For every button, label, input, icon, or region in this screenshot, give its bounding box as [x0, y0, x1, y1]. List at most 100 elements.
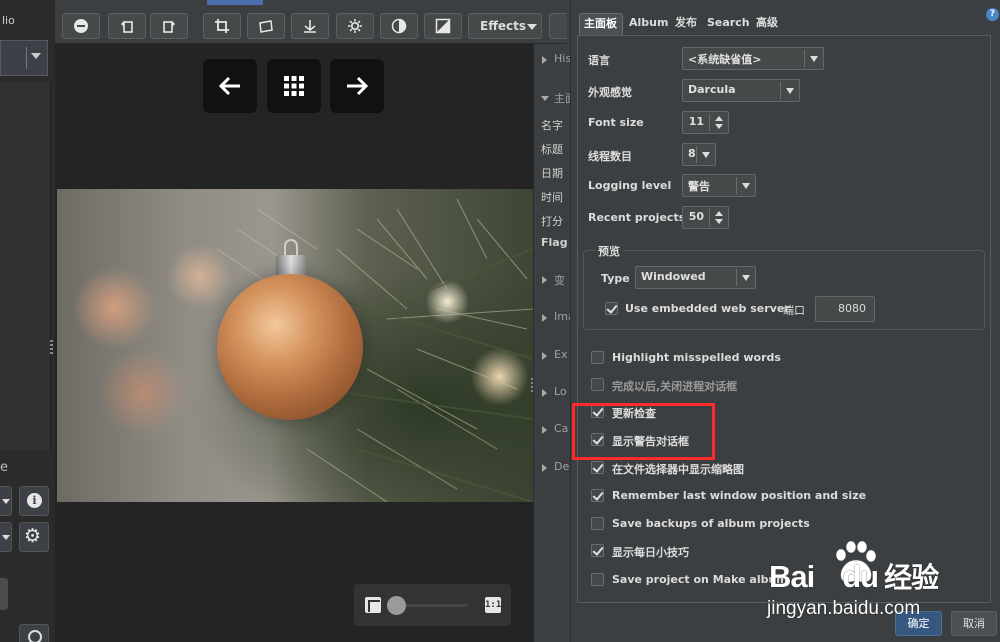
rotate-right-button[interactable] — [150, 13, 188, 39]
crop-icon — [215, 19, 229, 33]
remove-button[interactable] — [62, 13, 100, 39]
straighten-button[interactable] — [247, 13, 285, 39]
adjust-button[interactable] — [336, 13, 374, 39]
grid-view-button[interactable] — [267, 59, 321, 113]
info-section-history[interactable]: His — [534, 46, 570, 74]
expand-icon — [542, 464, 547, 472]
decrement-icon[interactable] — [715, 219, 723, 224]
fontsize-label: Font size — [588, 116, 644, 129]
preview-type-select[interactable]: Windowed — [635, 266, 756, 289]
language-select[interactable]: <系统缺省值> — [682, 47, 824, 70]
levels-button[interactable] — [291, 13, 329, 39]
cancel-button[interactable]: 取消 — [951, 611, 997, 636]
toolbar: Effects — [55, 0, 567, 44]
gear-icon: ⚙ — [24, 525, 42, 547]
chevron-down-icon — [527, 24, 537, 30]
app-window: lio e i ⚙ Effects 1:1 His 主 名字 标题 日期 时间 … — [0, 0, 1000, 642]
logging-label: Logging level — [588, 179, 672, 192]
effects-dropdown[interactable]: Effects — [468, 13, 542, 39]
logging-select[interactable]: 警告 — [682, 174, 756, 197]
expand-icon — [542, 389, 547, 397]
info-section-6[interactable]: De — [534, 454, 570, 482]
combo-separator — [780, 82, 781, 99]
info-section-4[interactable]: Lo — [534, 379, 570, 407]
zoom-actual-size-button[interactable]: 1:1 — [485, 597, 501, 613]
help-icon[interactable]: ? — [986, 8, 999, 21]
zoom-slider-track[interactable] — [396, 604, 468, 607]
info-section-2[interactable]: Ima — [534, 304, 570, 332]
stepper-separator — [709, 209, 710, 226]
info-field-title: 标题 — [541, 143, 563, 156]
info-section-3[interactable]: Ex — [534, 342, 570, 370]
info-section-1[interactable]: 变 — [534, 266, 570, 294]
thumbnails-checkbox[interactable] — [591, 461, 604, 474]
splitter-handle-left[interactable] — [50, 340, 53, 354]
remember-window-checkbox[interactable] — [591, 489, 604, 502]
recent-projects-stepper[interactable]: 50 — [682, 206, 729, 229]
webserver-label: Use embedded web server — [625, 302, 790, 315]
tab-search[interactable]: Search — [703, 13, 754, 35]
remember-window-label: Remember last window position and size — [612, 489, 867, 502]
next-button[interactable] — [330, 59, 384, 113]
watermark-url: jingyan.baidu.com — [767, 598, 921, 619]
language-label: 语言 — [588, 54, 610, 67]
remove-icon — [74, 19, 88, 33]
decrement-icon[interactable] — [715, 124, 723, 129]
grid-icon — [284, 76, 304, 96]
info-section-label: 变 — [554, 274, 565, 287]
close-progress-checkbox[interactable] — [591, 378, 604, 391]
fontsize-value: 11 — [688, 115, 704, 128]
straighten-icon — [259, 20, 273, 33]
tab-publish[interactable]: 发布 — [671, 13, 701, 35]
expand-icon — [542, 352, 547, 360]
preview-type-value: Windowed — [641, 270, 706, 283]
highlight-misspelled-checkbox[interactable] — [591, 351, 604, 364]
recent-projects-label: Recent projects — [588, 211, 686, 224]
toolbar-overflow-button[interactable] — [549, 13, 567, 39]
tab-album[interactable]: Album — [625, 13, 672, 35]
info-section-label: 主面 — [554, 92, 570, 105]
save-backups-checkbox[interactable] — [591, 517, 604, 530]
increment-icon[interactable] — [715, 116, 723, 121]
rotate-left-button[interactable] — [108, 13, 146, 39]
left-file-list[interactable] — [0, 82, 51, 450]
tab-general[interactable]: 主面板 — [579, 13, 623, 35]
webserver-checkbox[interactable] — [605, 302, 618, 315]
crop-button[interactable] — [203, 13, 241, 39]
left-section-label: e — [0, 460, 8, 475]
save-on-make-checkbox[interactable] — [591, 573, 604, 586]
tab-advanced[interactable]: 高级 — [752, 13, 782, 35]
port-input[interactable]: 8080 — [815, 296, 875, 322]
previous-button[interactable] — [203, 59, 257, 113]
contrast-button[interactable] — [380, 13, 418, 39]
sun-icon — [348, 19, 362, 33]
exposure-button[interactable] — [424, 13, 462, 39]
left-tool-dropdown-2[interactable] — [0, 522, 12, 552]
search-icon[interactable] — [19, 624, 49, 642]
fontsize-stepper[interactable]: 11 — [682, 111, 729, 134]
info-button[interactable]: i — [19, 486, 49, 516]
left-bottom-button[interactable] — [0, 578, 8, 610]
photo-preview[interactable] — [57, 189, 533, 502]
increment-icon[interactable] — [715, 211, 723, 216]
threads-select[interactable]: 8 — [682, 143, 716, 166]
zoom-fit-icon[interactable] — [365, 597, 381, 613]
expand-icon — [542, 56, 547, 64]
close-progress-label: 完成以后,关闭进程对话框 — [612, 380, 738, 393]
info-field-flag: Flag — [541, 236, 568, 249]
effects-label: Effects — [480, 19, 527, 33]
zoom-control: 1:1 — [354, 584, 511, 626]
dropdown-separator — [26, 47, 27, 69]
daily-tips-checkbox[interactable] — [591, 544, 604, 557]
left-panel: lio e i ⚙ — [0, 0, 55, 642]
info-section-main[interactable]: 主面 — [534, 84, 570, 112]
settings-button[interactable]: ⚙ — [19, 522, 49, 552]
info-section-5[interactable]: Ca — [534, 416, 570, 444]
zoom-slider-handle[interactable] — [387, 596, 406, 615]
left-tool-dropdown-1[interactable] — [0, 486, 12, 516]
combo-separator — [736, 269, 737, 286]
left-dropdown[interactable] — [0, 40, 48, 76]
info-section-label: Ima — [554, 310, 570, 323]
threads-label: 线程数目 — [588, 150, 632, 163]
lookandfeel-select[interactable]: Darcula — [682, 79, 800, 102]
